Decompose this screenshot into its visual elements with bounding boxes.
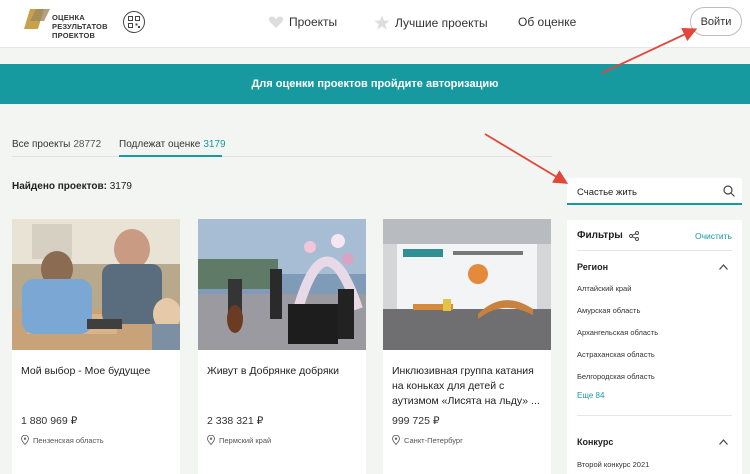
project-image — [383, 219, 551, 350]
show-more-regions-link[interactable]: Еще 84 — [577, 391, 604, 400]
project-card[interactable]: Живут в Добрянке добряки 2 338 321 ₽ Пер… — [198, 219, 366, 474]
nav-about-label: Об оценке — [518, 15, 577, 29]
logo[interactable]: ОЦЕНКА РЕЗУЛЬТАТОВ ПРОЕКТОВ — [24, 7, 116, 41]
qr-code-button[interactable] — [123, 11, 145, 33]
location-pin-icon — [392, 435, 400, 445]
region-option[interactable]: Архангельская область — [577, 328, 658, 337]
login-button[interactable]: Войти — [690, 7, 742, 36]
search-icon[interactable] — [723, 185, 735, 197]
filters-title: Фильтры — [577, 230, 623, 241]
nav-projects-label: Проекты — [289, 15, 338, 29]
arrow-to-search — [484, 133, 569, 184]
star-icon — [374, 15, 390, 30]
nav-best-projects-label: Лучшие проекты — [395, 15, 488, 30]
tab-to-evaluate[interactable]: Подлежат оценке 3179 — [119, 139, 226, 150]
project-region: Пензенская область — [21, 435, 104, 445]
logo-line: ОЦЕНКА — [52, 13, 85, 22]
qr-code-icon — [128, 16, 140, 28]
project-region: Санкт-Петербург — [392, 435, 463, 445]
project-region-text: Санкт-Петербург — [404, 435, 463, 445]
project-card[interactable]: Мой выбор - Мое будущее 1 880 969 ₽ Пенз… — [12, 219, 180, 474]
region-option[interactable]: Белгородская область — [577, 372, 655, 381]
nav-about[interactable]: Об оценке — [518, 15, 576, 29]
top-header: ОЦЕНКА РЕЗУЛЬТАТОВ ПРОЕКТОВ Проекты Лучш… — [0, 0, 750, 48]
logo-text: ОЦЕНКА РЕЗУЛЬТАТОВ ПРОЕКТОВ — [52, 13, 108, 40]
auth-banner: Для оценки проектов пройдите авторизацию — [0, 64, 750, 104]
active-tab-indicator — [119, 155, 222, 157]
contest-section-title[interactable]: Конкурс — [577, 437, 613, 447]
logo-line: РЕЗУЛЬТАТОВ — [52, 22, 108, 31]
region-section-title[interactable]: Регион — [577, 262, 608, 272]
location-pin-icon — [207, 435, 215, 445]
tab-label: Подлежат оценке — [119, 139, 201, 150]
logo-mark-icon — [24, 9, 50, 29]
project-price: 1 880 969 ₽ — [21, 415, 78, 427]
project-region-text: Пермский край — [219, 435, 272, 445]
tab-count: 3179 — [203, 139, 226, 150]
tab-count: 28772 — [73, 139, 102, 150]
tabs-divider — [12, 156, 552, 157]
nav-projects[interactable]: Проекты — [268, 15, 337, 29]
project-price: 2 338 321 ₽ — [207, 415, 264, 427]
region-option[interactable]: Алтайский край — [577, 284, 631, 293]
chevron-up-icon[interactable] — [719, 439, 728, 445]
share-icon[interactable] — [628, 230, 639, 241]
location-pin-icon — [21, 435, 29, 445]
project-region: Пермский край — [207, 435, 271, 445]
tab-all-projects[interactable]: Все проекты 28772 — [12, 139, 101, 150]
filters-header: Фильтры — [577, 230, 639, 241]
divider — [577, 415, 732, 416]
found-number: 3179 — [109, 181, 132, 192]
project-image — [12, 219, 180, 350]
region-option[interactable]: Амурская область — [577, 306, 640, 315]
nav-best-projects[interactable]: Лучшие проекты — [374, 15, 488, 30]
project-title[interactable]: Мой выбор - Мое будущее — [21, 364, 173, 379]
project-title[interactable]: Инклюзивная группа катания на коньках дл… — [392, 364, 544, 409]
project-price: 999 725 ₽ — [392, 415, 440, 427]
search-input[interactable] — [577, 184, 717, 200]
tab-label: Все проекты — [12, 139, 71, 150]
divider — [577, 250, 732, 251]
region-option[interactable]: Астраханская область — [577, 350, 655, 359]
project-region-text: Пензенская область — [33, 435, 104, 445]
filters-panel: Фильтры Очистить Регион Алтайский край А… — [567, 220, 742, 474]
project-image — [198, 219, 366, 350]
found-label: Найдено проектов: — [12, 181, 107, 192]
project-title[interactable]: Живут в Добрянке добряки — [207, 364, 359, 379]
contest-option[interactable]: Второй конкурс 2021 — [577, 460, 649, 469]
found-count: Найдено проектов: 3179 — [12, 181, 132, 192]
search-box — [567, 178, 742, 205]
clear-filters-link[interactable]: Очистить — [695, 231, 732, 241]
logo-line: ПРОЕКТОВ — [52, 31, 96, 40]
heart-icon — [268, 16, 284, 28]
chevron-up-icon[interactable] — [719, 264, 728, 270]
auth-banner-text: Для оценки проектов пройдите авторизацию — [251, 78, 499, 90]
project-card[interactable]: Инклюзивная группа катания на коньках дл… — [383, 219, 551, 474]
